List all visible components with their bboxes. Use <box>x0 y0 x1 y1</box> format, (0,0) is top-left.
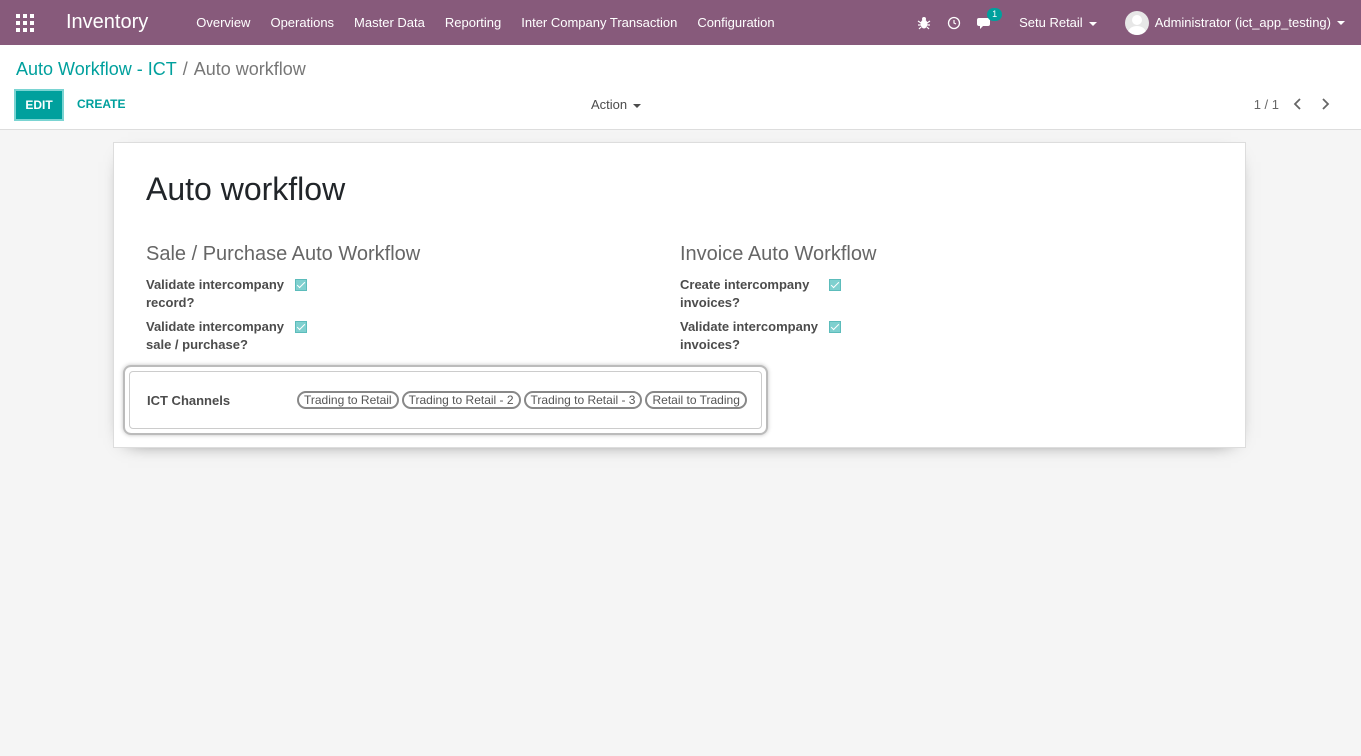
control-panel: Auto Workflow - ICT / Auto workflow EDIT C… <box>0 45 1361 130</box>
ict-channels-label: ICT Channels <box>147 393 231 408</box>
form-sheet: Auto workflow Sale / Purchase Auto Workf… <box>113 142 1246 448</box>
create-intercompany-invoices-checkbox[interactable] <box>829 279 841 291</box>
menu-configuration[interactable]: Configuration <box>697 15 774 30</box>
menu-overview[interactable]: Overview <box>196 15 250 30</box>
validate-intercompany-sale-purchase-label: Validate intercompany sale / purchase? <box>146 319 284 352</box>
main-menu: Overview Operations Master Data Reportin… <box>196 15 794 30</box>
create-button[interactable]: CREATE <box>77 97 125 111</box>
ict-channel-tag[interactable]: Trading to Retail <box>297 391 399 409</box>
menu-operations[interactable]: Operations <box>270 15 334 30</box>
messages-chat-icon[interactable]: 1 <box>977 7 1003 30</box>
ict-channels-highlight-box: ICT Channels Trading to Retail Trading t… <box>123 365 768 435</box>
company-name: Setu Retail <box>1019 15 1083 30</box>
validate-intercompany-invoices-checkbox[interactable] <box>829 321 841 333</box>
caret-down-icon <box>1337 20 1345 25</box>
validate-intercompany-record-label: Validate intercompany record? <box>146 277 284 310</box>
menu-reporting[interactable]: Reporting <box>445 15 501 30</box>
breadcrumb: Auto Workflow - ICT / Auto workflow <box>16 59 306 80</box>
action-label: Action <box>591 97 628 112</box>
apps-menu-icon[interactable] <box>16 13 34 32</box>
validate-intercompany-invoices-label: Validate intercompany invoices? <box>680 319 818 352</box>
top-navbar: Inventory Overview Operations Master Dat… <box>0 0 1361 45</box>
record-title: Auto workflow <box>146 171 346 207</box>
menu-inter-company-transaction[interactable]: Inter Company Transaction <box>521 15 677 30</box>
validate-intercompany-sale-purchase-checkbox[interactable] <box>295 321 307 333</box>
invoice-group-title: Invoice Auto Workflow <box>680 243 877 265</box>
caret-down-icon <box>1088 21 1097 26</box>
ict-channel-tag[interactable]: Retail to Trading <box>645 391 747 409</box>
caret-down-icon <box>633 103 642 108</box>
app-name[interactable]: Inventory <box>66 11 148 34</box>
avatar <box>1124 10 1149 35</box>
ict-channel-tag[interactable]: Trading to Retail - 3 <box>523 391 643 409</box>
chat-badge: 1 <box>987 7 1003 21</box>
user-name: Administrator (ict_app_testing) <box>1154 15 1331 30</box>
user-menu[interactable]: Administrator (ict_app_testing) <box>1124 10 1345 35</box>
sale-purchase-group-title: Sale / Purchase Auto Workflow <box>146 243 421 265</box>
debug-bug-icon[interactable] <box>917 16 931 30</box>
breadcrumb-current: Auto workflow <box>193 59 306 79</box>
previous-record-chevron-left-icon[interactable] <box>1290 94 1306 114</box>
breadcrumb-separator: / <box>182 59 188 79</box>
activity-clock-icon[interactable] <box>947 16 961 30</box>
pager-value: 1 / 1 <box>1253 97 1279 112</box>
company-switcher[interactable]: Setu Retail <box>1019 15 1097 30</box>
action-dropdown[interactable]: Action <box>591 97 642 112</box>
breadcrumb-parent[interactable]: Auto Workflow - ICT <box>16 59 177 79</box>
menu-master-data[interactable]: Master Data <box>354 15 425 30</box>
validate-intercompany-record-checkbox[interactable] <box>295 279 307 291</box>
ict-channel-tag[interactable]: Trading to Retail - 2 <box>401 391 521 409</box>
ict-channels-tags: Trading to Retail Trading to Retail - 2 … <box>297 391 750 409</box>
edit-button[interactable]: EDIT <box>14 89 64 121</box>
create-intercompany-invoices-label: Create intercompany invoices? <box>680 277 810 310</box>
next-record-chevron-right-icon[interactable] <box>1317 94 1333 114</box>
